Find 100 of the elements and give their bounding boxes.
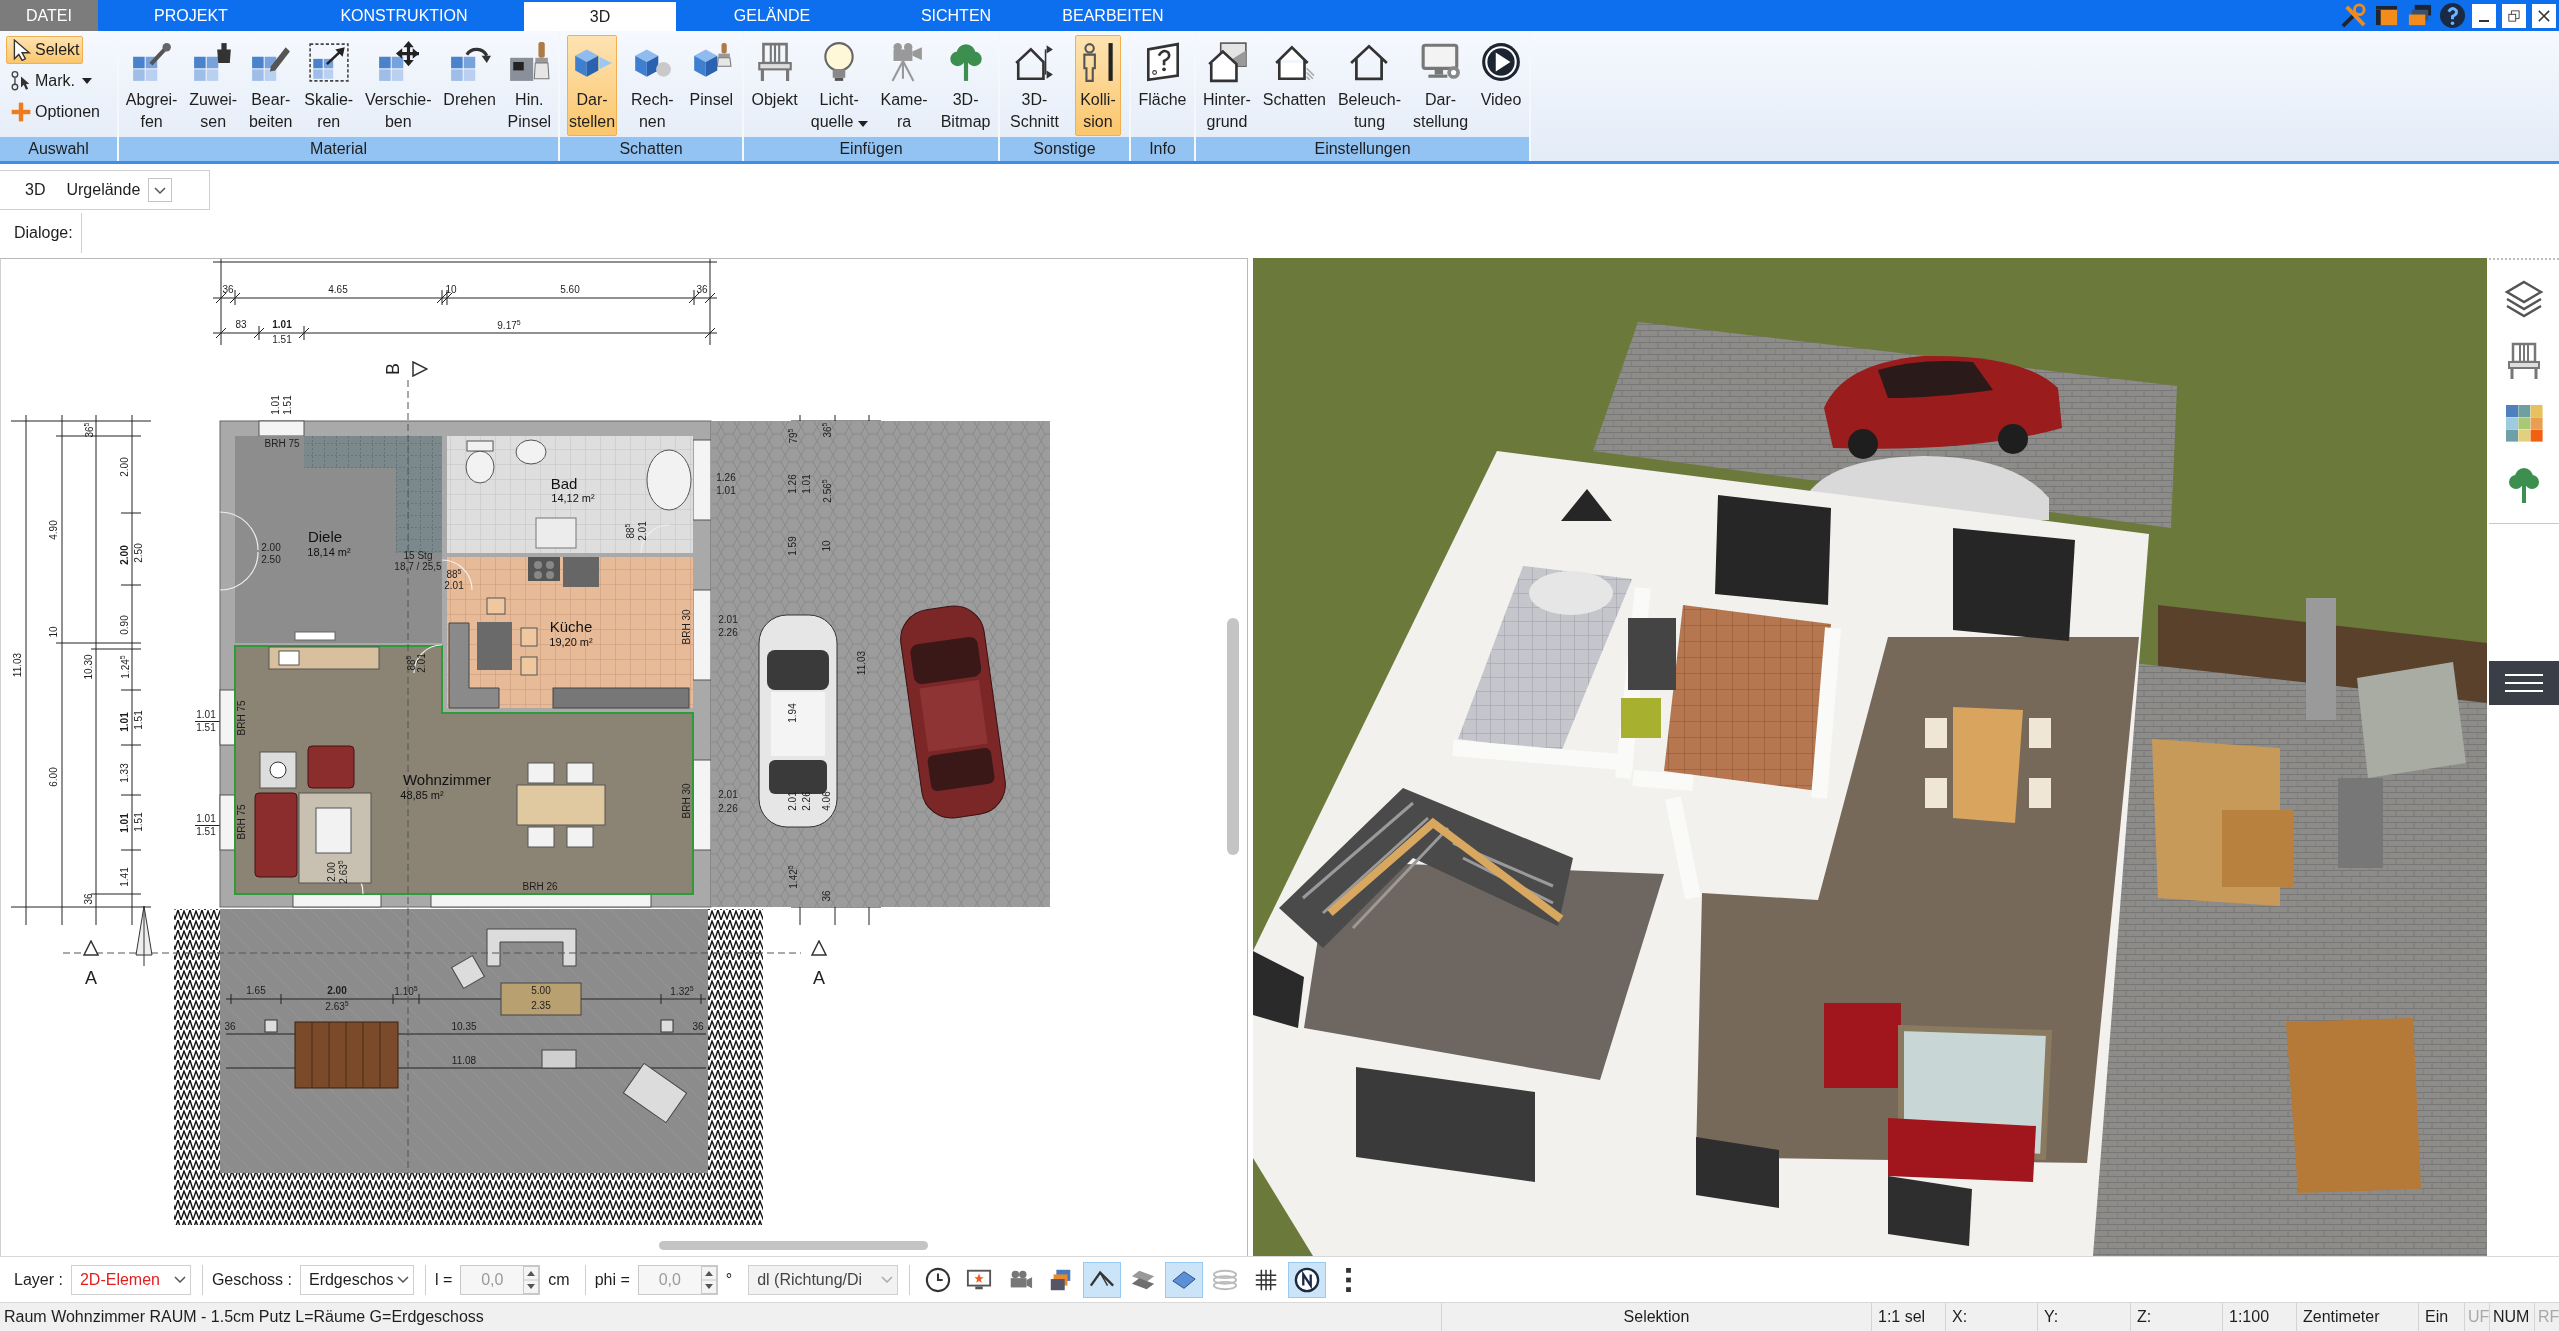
room-area: 19,20 m²	[549, 636, 593, 648]
ribbon-button[interactable]: Bear- beiten	[246, 35, 295, 136]
tiles-pipette-icon	[130, 41, 173, 83]
ribbon-group-label: Einfügen	[744, 137, 998, 161]
sink-icon	[515, 439, 547, 465]
dimension-label: 1.51	[134, 710, 144, 730]
ribbon-button[interactable]: Verschie- ben	[362, 35, 434, 136]
stool-icon	[264, 1019, 278, 1033]
dimension-label: 1.01	[271, 395, 281, 415]
floor-dropdown[interactable]: Erdgeschos	[299, 1264, 414, 1295]
cabinet-icon	[535, 517, 577, 549]
ribbon-button[interactable]: Hinter- grund	[1200, 35, 1253, 136]
palette-icon[interactable]	[2504, 403, 2544, 443]
dimension-label: 1.26	[788, 474, 798, 494]
dimension-label: 1.01	[120, 813, 130, 833]
window	[258, 420, 305, 437]
terrain-dropdown[interactable]: Urgelände	[66, 178, 173, 202]
ribbon-button[interactable]: Abgrei- fen	[123, 35, 180, 136]
menu-tab[interactable]: BEARBEITEN	[1044, 0, 1182, 31]
close-button[interactable]	[2532, 3, 2556, 28]
restore-button[interactable]	[2502, 3, 2526, 28]
ribbon-button[interactable]: Kame- ra	[878, 35, 930, 136]
layers-icon[interactable]	[2504, 279, 2544, 319]
menu-tab[interactable]: 3D	[524, 2, 676, 31]
dimension-label: 4.06	[822, 791, 832, 811]
ribbon-button[interactable]: Skalie- ren	[302, 35, 356, 136]
roof-button[interactable]	[1083, 1261, 1122, 1298]
dimension-label: 2.01	[718, 790, 738, 800]
dimension-label: 36	[222, 285, 234, 295]
dimension-label: 5.00	[531, 986, 551, 996]
ribbon-button[interactable]: 3D- Bitmap	[938, 35, 993, 136]
table-icon	[294, 1021, 399, 1089]
ribbon-button[interactable]: Beleuch- tung	[1335, 35, 1404, 136]
menu-tab[interactable]: SICHTEN	[868, 0, 1044, 31]
ribbon-button[interactable]: Rech- nen	[629, 35, 676, 136]
dimension-label: BRH 30	[682, 783, 692, 819]
door-swing	[219, 511, 259, 551]
stool-icon	[520, 656, 538, 676]
ribbon-button[interactable]: Schatten	[1260, 35, 1328, 136]
ribbon-button[interactable]: Dar- stellen	[566, 35, 618, 136]
room-area: 48,85 m²	[400, 789, 444, 801]
stool-icon	[486, 597, 506, 615]
ribbon-button[interactable]: Pinsel	[687, 35, 736, 136]
dots-icon	[1345, 1267, 1351, 1292]
ribbon-button[interactable]: Licht- quelle	[808, 35, 870, 136]
menu-tab[interactable]: PROJEKT	[98, 0, 284, 31]
horizontal-scrollbar[interactable]	[659, 1241, 928, 1250]
ribbon-button[interactable]: Objekt	[749, 35, 800, 136]
help-icon[interactable]	[2439, 2, 2466, 29]
status-field: X:	[1945, 1303, 2037, 1331]
ribbon-button[interactable]: Zuwei- sen	[187, 35, 240, 136]
north-button[interactable]	[1288, 1261, 1327, 1298]
ribbon-button[interactable]: Drehen	[441, 35, 498, 136]
chevron-down-icon	[396, 1276, 409, 1283]
door-swing	[219, 551, 259, 591]
ribbon-group-label: Sonstige	[1000, 137, 1129, 161]
floor-plate-button[interactable]	[1165, 1261, 1204, 1298]
key-indicator: NUM	[2489, 1303, 2534, 1331]
dimension-label: 6.00	[49, 767, 59, 787]
toilet-icon	[465, 440, 495, 484]
dimension-label: 2.26	[718, 804, 738, 814]
plus-icon	[10, 101, 32, 123]
status-field: Ein	[2418, 1303, 2464, 1331]
ribbon-button[interactable]: Mark.	[6, 67, 96, 95]
dimension-label: 10.30	[84, 654, 94, 680]
section-mark-label: A	[85, 969, 97, 987]
angle-label: phi =	[594, 1270, 630, 1289]
ribbon-button[interactable]: Hin. Pinsel	[505, 35, 554, 136]
menu-tab[interactable]: KONSTRUKTION	[284, 0, 524, 31]
dialogs-label: Dialoge:	[14, 224, 73, 242]
tools-icon[interactable]	[2340, 2, 2367, 29]
layer-dropdown[interactable]: 2D-Elemen	[70, 1264, 191, 1295]
dimension-label: 0.90	[120, 615, 130, 635]
ribbon-button[interactable]: Selekt	[6, 36, 84, 64]
panel-toggle-button[interactable]	[2489, 661, 2559, 705]
dimension-label: BRH 30	[682, 609, 692, 645]
dimension-label: 10	[49, 626, 59, 638]
status-field: Y:	[2037, 1303, 2130, 1331]
menu-tab[interactable]: GELÄNDE	[676, 0, 868, 31]
minimize-button[interactable]	[2472, 3, 2496, 28]
key-indicator: RF	[2534, 1303, 2559, 1331]
ribbon-button[interactable]: Dar- stellung	[1410, 35, 1471, 136]
ribbon-button[interactable]: Kolli- sion	[1074, 35, 1121, 136]
ribbon-button[interactable]: 3D- Schnitt	[1008, 35, 1061, 136]
ribbon-button[interactable]: Fläche	[1136, 35, 1189, 136]
key-indicator: UF	[2464, 1303, 2489, 1331]
ribbon-group-label: Material	[119, 137, 558, 161]
clock-icon	[925, 1266, 952, 1293]
dimension-label: 11.03	[857, 650, 867, 676]
section-mark-label: A	[813, 969, 825, 987]
ribbon-button[interactable]: Optionen	[6, 98, 104, 126]
side-table-icon	[259, 751, 297, 789]
dimension-label: BRH 75	[237, 804, 247, 840]
ribbon-button[interactable]: Video	[1478, 35, 1524, 136]
vertical-scrollbar[interactable]	[1227, 618, 1239, 855]
dimension-label: 1.01	[196, 814, 216, 824]
dimension-label: 18,7 / 25,5	[394, 562, 442, 572]
file-menu-tab[interactable]: DATEI	[0, 0, 98, 31]
chair-icon	[566, 762, 594, 784]
dimension-label: 2.00	[261, 543, 281, 553]
